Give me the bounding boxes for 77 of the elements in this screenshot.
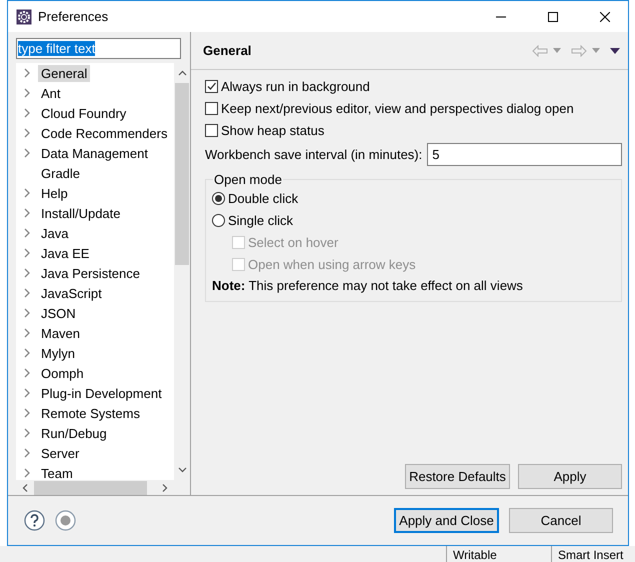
tree-item[interactable]: Code Recommenders bbox=[38, 124, 170, 142]
note-text: Note: This preference may not take effect on all views bbox=[212, 277, 524, 295]
radio-label: Single click bbox=[228, 212, 294, 228]
chevron-icon[interactable] bbox=[24, 88, 30, 98]
tree-item[interactable]: General bbox=[38, 64, 90, 82]
checkbox[interactable] bbox=[205, 80, 218, 92]
radio-label: Double click bbox=[228, 190, 298, 206]
chevron-icon[interactable] bbox=[24, 408, 30, 418]
gear-icon bbox=[16, 8, 32, 24]
chevron-icon[interactable] bbox=[24, 208, 30, 218]
checkbox[interactable] bbox=[205, 102, 218, 114]
tree-item[interactable]: Mylyn bbox=[38, 344, 78, 362]
cancel-button[interactable]: Cancel bbox=[509, 508, 613, 533]
restore-defaults-button[interactable]: Restore Defaults bbox=[405, 464, 510, 489]
checkbox-label: Keep next/previous editor, view and perspectives dialog open bbox=[221, 100, 574, 116]
save-interval-label: Workbench save interval (in minutes): bbox=[205, 146, 422, 162]
chevron-icon[interactable] bbox=[24, 388, 30, 398]
radio-button[interactable] bbox=[212, 192, 225, 204]
checkbox-label: Always run in background bbox=[221, 78, 370, 94]
chevron-icon[interactable] bbox=[24, 188, 30, 198]
checkbox[interactable] bbox=[205, 124, 218, 136]
tree-item[interactable]: Java Persistence bbox=[38, 264, 143, 282]
tree-item[interactable]: Install/Update bbox=[38, 204, 124, 222]
radio-button[interactable] bbox=[212, 214, 225, 226]
group-title: Open mode bbox=[213, 172, 283, 187]
chevron-icon[interactable] bbox=[24, 68, 30, 78]
tree-item[interactable]: Java EE bbox=[38, 244, 92, 262]
tree-item[interactable]: Cloud Foundry bbox=[38, 104, 130, 122]
menu-icon[interactable] bbox=[610, 48, 620, 54]
maximize-icon bbox=[548, 12, 558, 22]
chevron-icon[interactable] bbox=[24, 468, 30, 478]
chevron-icon[interactable] bbox=[24, 368, 30, 378]
filter-text: type filter text bbox=[18, 41, 96, 56]
checkbox-label: Show heap status bbox=[221, 122, 324, 138]
close-icon bbox=[600, 12, 610, 22]
tree-item[interactable]: Data Management bbox=[38, 144, 151, 162]
tree-item[interactable]: Ant bbox=[38, 84, 64, 102]
window-title: Preferences bbox=[38, 9, 110, 24]
tree-item[interactable]: Team bbox=[38, 464, 76, 480]
chevron-icon[interactable] bbox=[24, 348, 30, 358]
status-text: Writable bbox=[446, 546, 551, 562]
tree-item[interactable]: Gradle bbox=[38, 164, 84, 182]
apply-button[interactable]: Apply bbox=[518, 464, 622, 489]
tree-item[interactable]: Maven bbox=[38, 324, 84, 342]
page-title: General bbox=[203, 43, 252, 58]
tree-item[interactable]: Remote Systems bbox=[38, 404, 143, 422]
chevron-icon[interactable] bbox=[24, 108, 30, 118]
back-arrow-icon[interactable] bbox=[532, 44, 548, 56]
chevron-icon[interactable] bbox=[24, 328, 30, 338]
dropdown-icon[interactable] bbox=[592, 48, 600, 53]
forward-arrow-icon[interactable] bbox=[571, 44, 587, 56]
tree-item[interactable]: Oomph bbox=[38, 364, 87, 382]
chevron-icon[interactable] bbox=[24, 268, 30, 278]
status-text: Smart Insert bbox=[551, 546, 627, 562]
checkbox-label: Select on hover bbox=[248, 234, 338, 250]
tree-item[interactable]: Server bbox=[38, 444, 82, 462]
tree-item[interactable]: JavaScript bbox=[38, 284, 105, 302]
chevron-icon[interactable] bbox=[24, 448, 30, 458]
chevron-icon[interactable] bbox=[24, 428, 30, 438]
save-interval-field[interactable]: 5 bbox=[427, 142, 622, 166]
chevron-icon[interactable] bbox=[24, 288, 30, 298]
chevron-icon[interactable] bbox=[24, 148, 30, 158]
apply-and-close-button[interactable]: Apply and Close bbox=[394, 508, 499, 533]
chevron-icon[interactable] bbox=[24, 228, 30, 238]
tree-item[interactable]: JSON bbox=[38, 304, 79, 322]
checkbox-label: Open when using arrow keys bbox=[248, 256, 416, 272]
tree-item[interactable]: Help bbox=[38, 184, 71, 202]
help-icon[interactable] bbox=[24, 510, 45, 531]
tree-item[interactable]: Java bbox=[38, 224, 72, 242]
tree-item[interactable]: Plug-in Development bbox=[38, 384, 165, 402]
tree-item[interactable]: Run/Debug bbox=[38, 424, 110, 442]
record-icon[interactable] bbox=[55, 510, 76, 531]
dropdown-icon[interactable] bbox=[553, 48, 561, 53]
filter-field[interactable]: type filter text bbox=[16, 38, 181, 59]
chevron-icon[interactable] bbox=[24, 128, 30, 138]
chevron-icon[interactable] bbox=[24, 248, 30, 258]
chevron-icon[interactable] bbox=[24, 308, 30, 318]
